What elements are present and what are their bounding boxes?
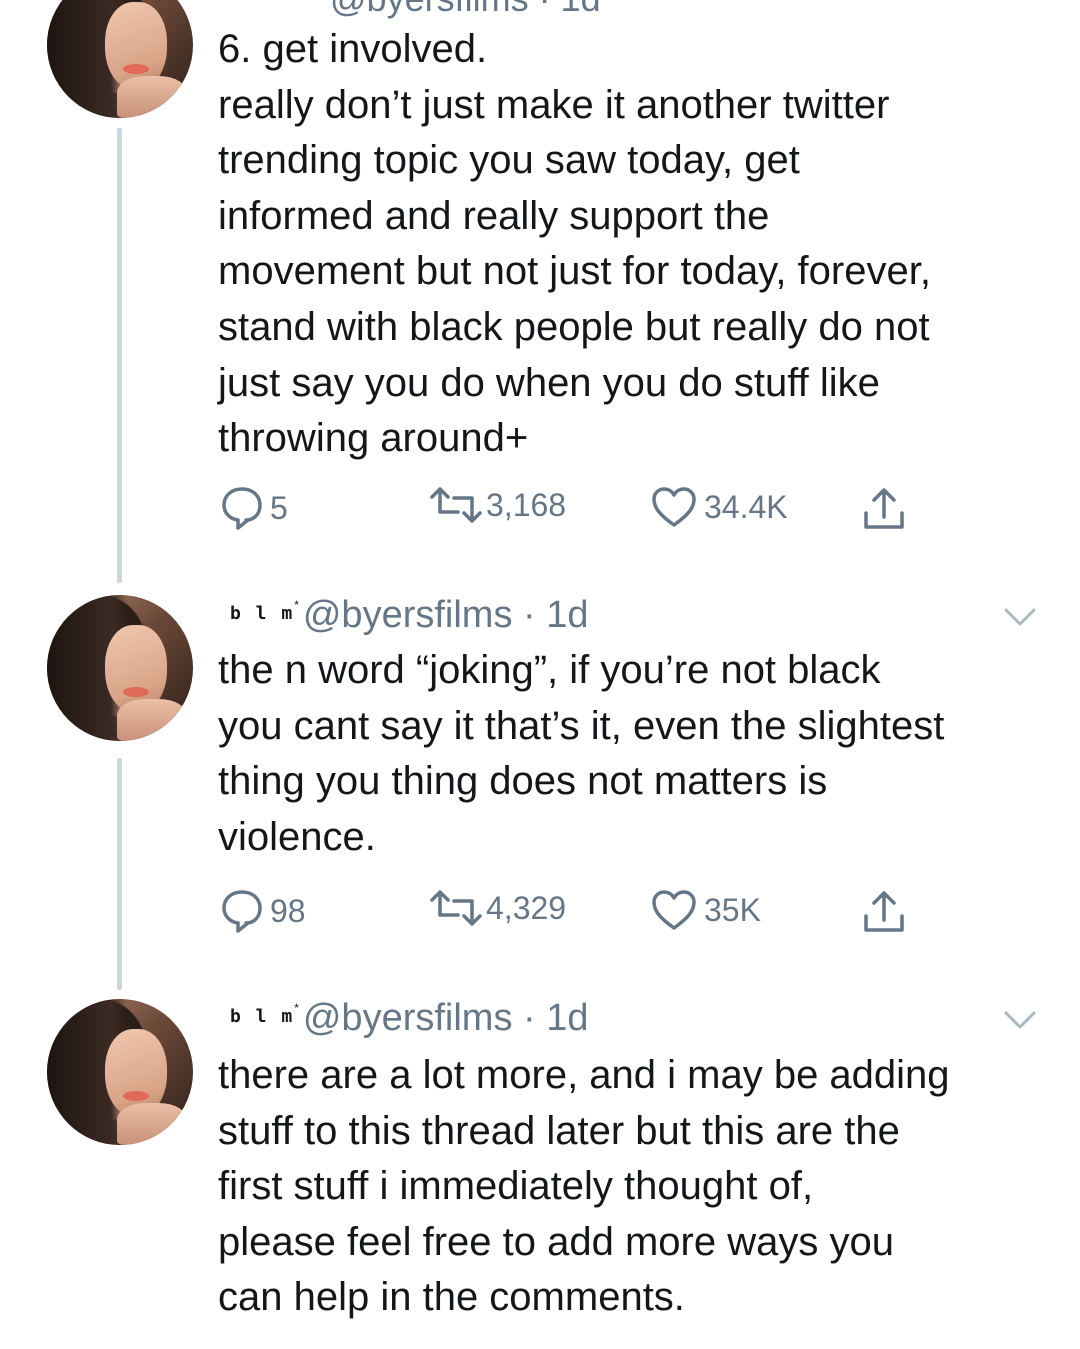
thread-line	[117, 128, 122, 583]
tweet-line: violence.	[218, 814, 376, 859]
like-count: 34.4K	[704, 488, 788, 525]
tweet-line: informed and really support the	[218, 193, 770, 238]
avatar[interactable]	[47, 0, 193, 118]
avatar[interactable]	[47, 999, 193, 1145]
share-icon	[864, 891, 904, 932]
retweet-count: 4,329	[486, 889, 567, 926]
reply-icon	[222, 890, 262, 933]
like-count: 35K	[704, 891, 761, 928]
display-name[interactable]: b l m	[230, 1006, 294, 1027]
retweet-button[interactable]: 4,329	[428, 888, 566, 928]
tweet-actions: 5 3,168 34.4K	[218, 485, 938, 535]
like-button[interactable]: 34.4K	[650, 485, 788, 529]
share-icon	[864, 488, 904, 529]
timestamp[interactable]: · 1d	[523, 594, 588, 636]
display-name[interactable]: b l m	[230, 603, 294, 624]
retweet-icon	[430, 487, 482, 523]
reply-count: 5	[270, 489, 288, 526]
tweet-line: thing you thing does not matters is	[218, 759, 828, 804]
tweet-actions: 98 4,329 35K	[218, 888, 938, 938]
tweet-line: stand with black people but really do no…	[218, 304, 930, 349]
reply-button[interactable]: 98	[220, 888, 306, 934]
tweet-text: there are a lot more, and i may be addin…	[218, 1048, 1048, 1326]
like-icon	[652, 890, 696, 930]
retweet-button[interactable]: 3,168	[428, 485, 566, 525]
reply-icon	[222, 487, 262, 530]
tweet-text: the n word “joking”, if you’re not black…	[218, 643, 1048, 865]
retweet-count: 3,168	[486, 486, 567, 523]
display-name-badge: *	[294, 1001, 299, 1015]
tweet-line: movement but not just for today, forever…	[218, 249, 931, 294]
tweet-line: throwing around+	[218, 416, 529, 461]
tweet-2: b l m* @byersfilms · 1d the n word “jokin…	[0, 580, 1080, 990]
reply-button[interactable]: 5	[220, 485, 288, 531]
tweet-line: can help in the comments.	[218, 1275, 685, 1320]
timestamp[interactable]: · 1d	[523, 997, 588, 1039]
tweet-line: stuff to this thread later but this are …	[218, 1108, 900, 1153]
tweet-text: 6. get involved. really don’t just make …	[218, 22, 1048, 467]
share-button[interactable]	[860, 485, 908, 533]
tweet-line: really don’t just make it another twitte…	[218, 82, 890, 127]
like-icon	[652, 487, 696, 527]
like-button[interactable]: 35K	[650, 888, 761, 932]
display-name-badge: *	[294, 598, 299, 612]
tweet-header: b l m* @byersfilms · 1d	[230, 997, 589, 1040]
reply-count: 98	[270, 892, 306, 929]
chevron-down-icon[interactable]	[1002, 1007, 1038, 1033]
tweet-1-partial-header: @byersfilms · 1d	[330, 0, 601, 20]
tweet-header: b l m* @byersfilms · 1d	[230, 594, 589, 637]
tweet-line: trending topic you saw today, get	[218, 138, 800, 183]
tweet-line: first stuff i immediately thought of,	[218, 1164, 814, 1209]
tweet-line: you cant say it that’s it, even the slig…	[218, 703, 945, 748]
share-button[interactable]	[860, 888, 908, 936]
handle[interactable]: @byersfilms	[303, 997, 513, 1039]
tweet-line: please feel free to add more ways you	[218, 1219, 894, 1264]
retweet-icon	[430, 890, 482, 926]
tweet-line: 6. get involved.	[218, 27, 488, 71]
thread-line	[117, 758, 122, 990]
tweet-line: just say you do when you do stuff like	[218, 360, 880, 405]
handle[interactable]: @byersfilms	[303, 594, 513, 636]
chevron-down-icon[interactable]	[1002, 604, 1038, 630]
tweet-3: b l m* @byersfilms · 1d there are a lot m…	[0, 985, 1080, 1349]
tweet-line: there are a lot more, and i may be addin…	[218, 1053, 950, 1097]
tweet-line: the n word “joking”, if you’re not black	[218, 648, 881, 692]
tweet-1: @byersfilms · 1d 6. get involved. really…	[0, 0, 1080, 583]
avatar[interactable]	[47, 595, 193, 741]
